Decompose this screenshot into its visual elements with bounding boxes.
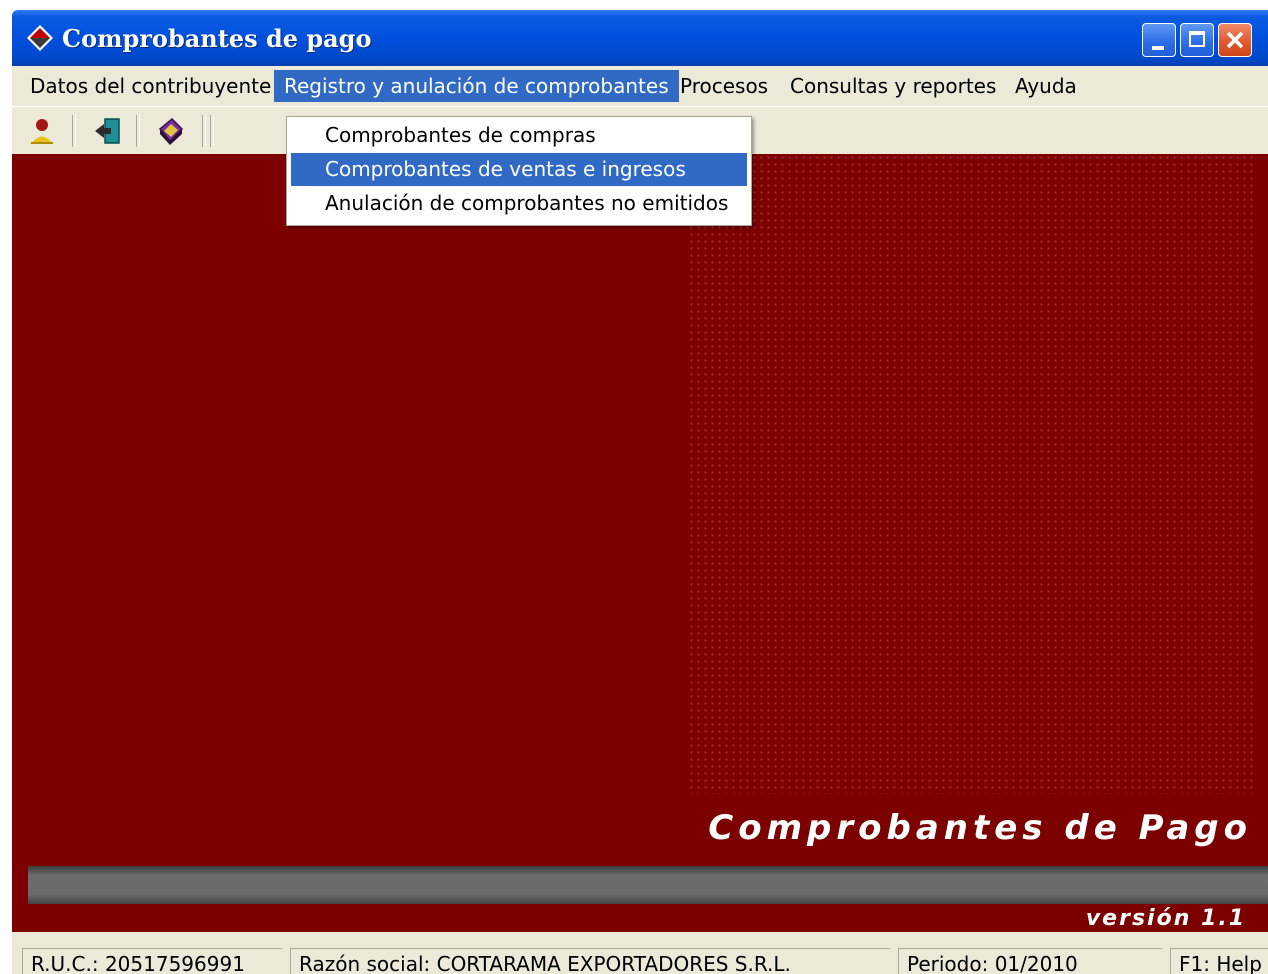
minimize-button[interactable]	[1142, 23, 1176, 57]
decorative-bar	[28, 866, 1268, 904]
menu-consultas-reportes[interactable]: Consultas y reportes	[780, 70, 1006, 102]
toolbar-separator	[202, 115, 206, 147]
toolbar-separator	[72, 115, 76, 147]
menu-item-comprobantes-compras[interactable]: Comprobantes de compras	[291, 119, 747, 152]
toolbar-separator	[210, 115, 214, 147]
main-background: Comprobantes de Pago versión 1.1	[12, 154, 1268, 932]
menu-registro-anulacion[interactable]: Registro y anulación de comprobantes	[274, 70, 679, 102]
status-razon-social: Razón social: CORTARAMA EXPORTADORES S.R…	[290, 948, 890, 974]
maximize-icon	[1189, 31, 1205, 47]
menu-procesos[interactable]: Procesos	[670, 70, 778, 102]
close-icon	[1226, 31, 1244, 49]
close-button[interactable]	[1218, 23, 1252, 57]
exit-door-icon[interactable]	[92, 115, 124, 147]
user-icon[interactable]	[26, 115, 58, 147]
status-periodo: Periodo: 01/2010	[898, 948, 1162, 974]
menu-bar: Datos del contribuyente Registro y anula…	[12, 66, 1268, 106]
title-bar[interactable]: Comprobantes de pago	[12, 10, 1268, 66]
book-icon[interactable]	[154, 115, 186, 147]
version-label: versión 1.1	[1085, 906, 1246, 931]
brand-title: Comprobantes de Pago	[708, 808, 1252, 848]
app-window: Comprobantes de pago Datos del contribuy…	[12, 10, 1268, 974]
status-bar: R.U.C.: 20517596991 Razón social: CORTAR…	[12, 944, 1268, 974]
dropdown-menu: Comprobantes de compras Comprobantes de …	[286, 116, 752, 226]
window-title: Comprobantes de pago	[62, 24, 372, 53]
dot-pattern	[688, 154, 1254, 794]
status-ruc: R.U.C.: 20517596991	[22, 948, 282, 974]
minimize-icon	[1152, 46, 1164, 50]
menu-ayuda[interactable]: Ayuda	[1005, 70, 1087, 102]
menu-datos-contribuyente[interactable]: Datos del contribuyente	[20, 70, 281, 102]
maximize-button[interactable]	[1180, 23, 1214, 57]
app-logo-icon	[27, 25, 53, 51]
status-help: F1: Help	[1170, 948, 1268, 974]
menu-item-anulacion-comprobantes[interactable]: Anulación de comprobantes no emitidos	[291, 187, 747, 220]
toolbar-separator	[136, 115, 140, 147]
menu-item-comprobantes-ventas[interactable]: Comprobantes de ventas e ingresos	[291, 153, 747, 186]
